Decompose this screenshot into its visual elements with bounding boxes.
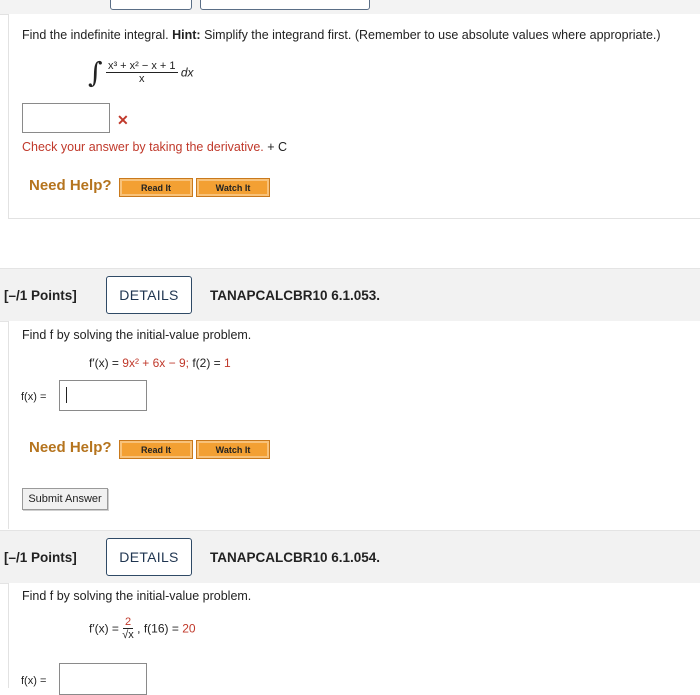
q1-prompt: Find the indefinite integral. Hint: Simp… (22, 28, 661, 42)
incorrect-icon: ✕ (117, 112, 129, 128)
q3-equation: f′(x) = 2 √x , f(16) = 20 (89, 616, 196, 641)
integrand-fraction: x³ + x² − x + 1 x (105, 60, 178, 85)
q2-equation: f′(x) = 9x² + 6x − 9; f(2) = 1 (89, 356, 231, 370)
q2-answer-input[interactable] (59, 380, 147, 411)
q3-answer-label: f(x) = (21, 675, 47, 687)
q2-prompt: Find f by solving the initial-value prob… (22, 328, 252, 342)
q3-answer-input[interactable] (59, 663, 147, 695)
q3-points: [–/1 Points] (4, 550, 77, 565)
read-it-button-1[interactable]: Read It (119, 178, 193, 197)
prev-answers-button[interactable] (200, 0, 370, 10)
watch-it-button-2[interactable]: Watch It (196, 440, 270, 459)
q2-details-button[interactable]: DETAILS (106, 276, 192, 314)
need-help-label-1: Need Help? (29, 177, 112, 194)
q3-problem-code: TANAPCALCBR10 6.1.054. (210, 550, 381, 565)
submit-answer-button[interactable]: Submit Answer (22, 488, 108, 510)
question-panel-1 (8, 14, 700, 219)
q3-details-button[interactable]: DETAILS (106, 538, 192, 576)
read-it-button-2[interactable]: Read It (119, 440, 193, 459)
prev-details-button[interactable] (110, 0, 192, 10)
q3-prompt: Find f by solving the initial-value prob… (22, 589, 252, 603)
question-panel-2 (8, 321, 700, 529)
text-cursor (66, 387, 67, 403)
q3-fraction: 2 √x (122, 616, 134, 641)
q2-answer-label: f(x) = (21, 391, 47, 403)
q1-integral: ∫ x³ + x² − x + 1 x dx (88, 56, 194, 89)
q1-check-text: Check your answer by taking the derivati… (22, 140, 288, 154)
q1-answer-input[interactable] (22, 103, 110, 133)
watch-it-button-1[interactable]: Watch It (196, 178, 270, 197)
integral-sign: ∫ (88, 56, 103, 89)
q2-points: [–/1 Points] (4, 288, 77, 303)
q2-problem-code: TANAPCALCBR10 6.1.053. (210, 288, 381, 303)
need-help-label-2: Need Help? (29, 439, 112, 456)
